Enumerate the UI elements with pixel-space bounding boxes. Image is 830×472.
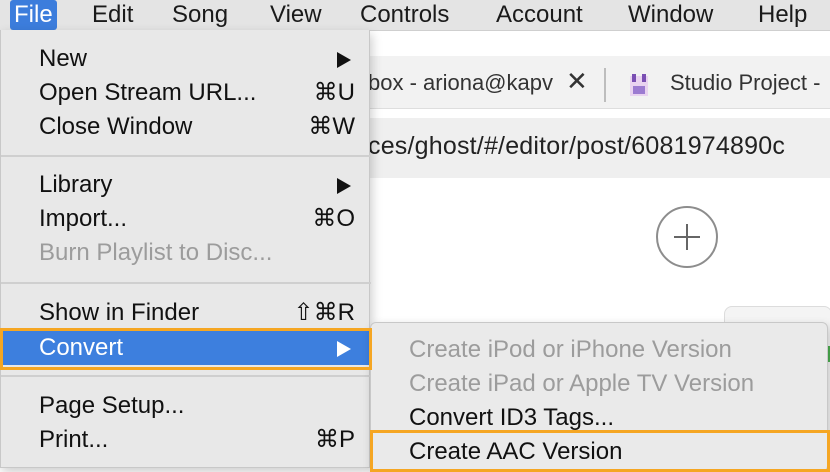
close-icon[interactable]: ✕ [566,66,588,97]
plus-icon-vertical [686,224,688,250]
submenu-item-create-ipad-version: Create iPad or Apple TV Version [371,367,829,401]
menu-item-import[interactable]: Import... ⌘O [1,202,371,236]
submenu-item-label: Create iPad or Apple TV Version [409,370,755,397]
menu-separator [1,375,371,377]
triangle-right-icon [337,331,351,365]
menu-item-label: New [39,45,88,72]
menu-separator [1,282,371,284]
menubar-window[interactable]: Window [624,0,717,30]
menubar-help[interactable]: Help [754,0,811,30]
submenu-item-create-aac-version[interactable]: Create AAC Version [371,435,829,469]
studio-favicon-icon [630,74,648,96]
menu-item-label: Library [39,171,113,198]
menu-item-label: Close Window [39,113,193,140]
address-bar-url[interactable]: ces/ghost/#/editor/post/6081974890c [368,132,785,161]
menubar-edit[interactable]: Edit [88,0,137,30]
menu-separator [1,155,371,157]
browser-tab-inbox-title[interactable]: box - ariona@kapv [368,70,553,96]
plus-icon[interactable] [656,206,718,268]
menu-item-shortcut: ⌘O [312,205,355,232]
menu-bar: File Edit Song View Controls Account Win… [0,0,830,31]
menu-item-label: Convert [39,334,124,361]
menu-item-shortcut: ⌘P [314,426,355,453]
menu-item-page-setup[interactable]: Page Setup... [1,389,371,423]
submenu-item-convert-id3-tags[interactable]: Convert ID3 Tags... [371,401,829,435]
submenu-item-create-ipod-version: Create iPod or iPhone Version [371,333,829,367]
triangle-right-icon [337,42,351,76]
convert-submenu: Create iPod or iPhone Version Create iPa… [370,322,828,472]
submenu-item-label: Create iPod or iPhone Version [409,336,732,363]
submenu-item-label: Create AAC Version [409,438,623,465]
menu-item-convert[interactable]: Convert [1,331,371,365]
browser-tab-studio-title[interactable]: Studio Project - [670,70,820,96]
tab-separator [604,68,606,102]
menu-item-open-stream-url[interactable]: Open Stream URL... ⌘U [1,76,371,110]
menubar-account[interactable]: Account [492,0,587,30]
menu-item-print[interactable]: Print... ⌘P [1,423,371,457]
menu-item-new[interactable]: New [1,42,371,76]
menu-item-show-in-finder[interactable]: Show in Finder ⇧⌘R [1,296,371,330]
menu-item-label: Page Setup... [39,392,185,419]
menu-item-close-window[interactable]: Close Window ⌘W [1,110,371,144]
menu-item-label: Print... [39,426,109,453]
menu-item-label: Open Stream URL... [39,79,257,106]
menu-item-label: Import... [39,205,128,232]
menu-item-burn-playlist: Burn Playlist to Disc... [1,236,371,270]
menubar-song[interactable]: Song [168,0,232,30]
menu-item-label: Burn Playlist to Disc... [39,239,273,266]
menu-item-library[interactable]: Library [1,168,371,202]
triangle-right-icon [337,168,351,202]
submenu-item-label: Convert ID3 Tags... [409,404,614,431]
menu-item-label: Show in Finder [39,299,200,326]
menubar-view[interactable]: View [266,0,326,30]
menubar-controls[interactable]: Controls [356,0,453,30]
file-menu: New Open Stream URL... ⌘U Close Window ⌘… [0,30,371,468]
menu-item-shortcut: ⌘U [313,79,355,106]
menu-item-shortcut: ⇧⌘R [293,299,355,326]
menu-item-shortcut: ⌘W [308,113,355,140]
menubar-file[interactable]: File [10,0,57,30]
